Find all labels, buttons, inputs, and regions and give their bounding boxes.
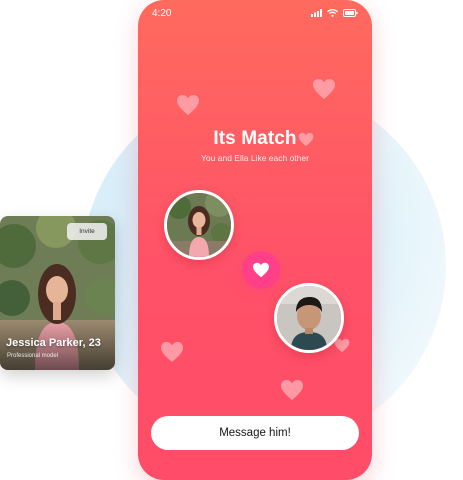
wifi-icon	[327, 9, 338, 17]
status-icons	[311, 9, 358, 17]
her-photo	[167, 193, 231, 257]
status-bar: 4:20	[138, 0, 372, 26]
invite-button[interactable]: Invite	[67, 223, 107, 240]
match-phone-screen: 4:20 Its Match You and Ella Like each ot…	[138, 0, 372, 480]
match-subtitle: You and Ella Like each other	[201, 153, 309, 163]
profile-occupation: Professional model	[7, 353, 59, 359]
status-time: 4:20	[152, 7, 172, 19]
decorative-heart-icon	[313, 79, 335, 99]
profile-name: Jessica Parker, 23	[6, 337, 101, 349]
profile-card[interactable]: Invite Jessica Parker, 23 Professional m…	[0, 216, 115, 370]
match-heart-badge	[242, 251, 280, 289]
battery-icon	[343, 9, 358, 17]
message-him-button[interactable]: Message him!	[151, 416, 359, 450]
decorative-heart-icon	[177, 95, 199, 115]
heart-icon	[253, 262, 269, 278]
decorative-heart-icon	[161, 342, 183, 362]
decorative-heart-icon	[334, 338, 350, 353]
signal-icon	[311, 9, 322, 17]
her-avatar	[164, 190, 234, 260]
decorative-heart-icon	[281, 380, 303, 400]
his-photo	[277, 286, 341, 350]
match-title: Its Match	[213, 128, 297, 149]
his-avatar	[274, 283, 344, 353]
